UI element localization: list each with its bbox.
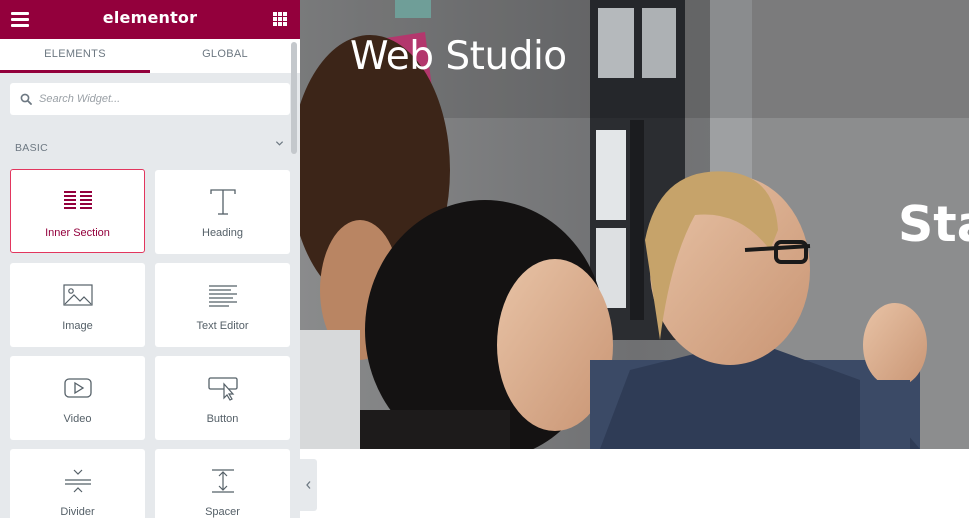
category-header-basic[interactable]: BASIC [15,138,287,154]
panel-tabs: ELEMENTS GLOBAL [0,39,300,73]
widget-label: Spacer [205,506,240,518]
widget-heading[interactable]: Heading [155,170,290,254]
elementor-logo: elementor [102,8,198,27]
chevron-left-icon [306,481,311,489]
widget-label: Divider [60,506,95,518]
panel-scrollbar[interactable] [291,42,297,154]
grid-apps-icon[interactable] [273,12,287,26]
elementor-panel: elementor ELEMENTS GLOBAL BASIC [0,0,300,518]
hero-heading[interactable]: Sta [898,196,969,253]
page-preview: Web Studio Sta [300,0,969,518]
video-icon [63,378,92,398]
chevron-down-icon[interactable] [275,139,284,148]
spacer-icon [211,469,234,493]
site-title[interactable]: Web Studio [350,34,567,79]
widget-button[interactable]: Button [155,356,290,440]
widget-label: Heading [202,227,243,239]
heading-icon [209,189,236,215]
text-editor-icon [208,285,237,307]
image-icon [62,284,93,306]
widget-label: Text Editor [196,320,249,332]
panel-header: elementor [0,0,300,39]
button-icon [207,377,238,401]
widget-label: Video [63,413,92,425]
hamburger-menu-icon[interactable] [11,12,29,27]
tab-elements[interactable]: ELEMENTS [0,39,150,73]
tab-global[interactable]: GLOBAL [150,39,300,73]
category-title: BASIC [15,142,49,154]
widget-video[interactable]: Video [10,356,145,440]
widget-label: Button [206,413,239,425]
widget-spacer[interactable]: Spacer [155,449,290,518]
widget-image[interactable]: Image [10,263,145,347]
widget-label: Inner Section [45,227,110,239]
panel-collapse-toggle[interactable] [300,459,317,511]
divider-icon [64,469,91,493]
hero-section[interactable]: Web Studio Sta [300,0,969,449]
search-icon [20,93,32,105]
widget-label: Image [62,320,93,332]
search-input[interactable] [39,90,279,108]
widget-text-editor[interactable]: Text Editor [155,263,290,347]
inner-section-icon [63,191,92,209]
widget-divider[interactable]: Divider [10,449,145,518]
search-box [10,83,290,115]
widget-inner-section[interactable]: Inner Section [10,169,145,253]
